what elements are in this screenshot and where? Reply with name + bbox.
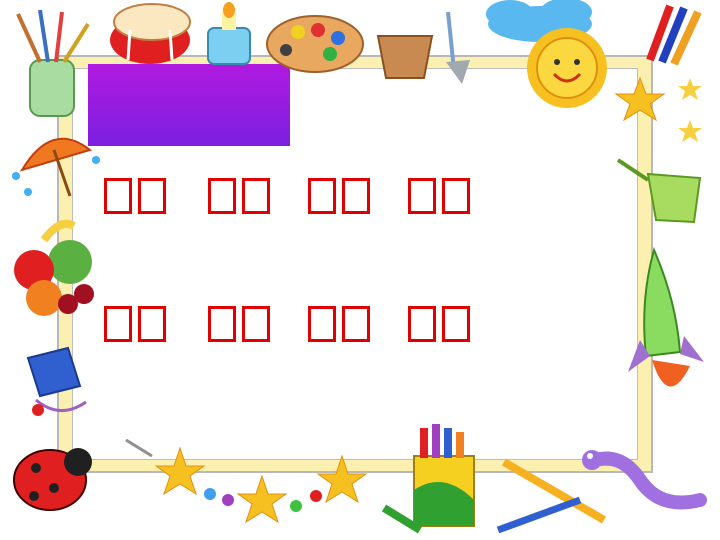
ink-bottle-icon <box>26 346 87 416</box>
fruit-icon <box>14 219 94 316</box>
pencils-icon <box>646 4 702 66</box>
pencil-icon <box>496 458 607 534</box>
paint-pot-icon <box>207 2 251 65</box>
drum-icon <box>110 3 191 64</box>
umbrella-icon <box>12 137 100 197</box>
sun-icon <box>527 28 607 108</box>
palette-icon <box>266 15 364 73</box>
clipart-decorations <box>12 0 707 534</box>
rocket-icon <box>628 247 704 387</box>
worm-icon <box>582 450 707 510</box>
watering-can-icon <box>616 158 702 224</box>
ladybug-icon <box>13 448 92 511</box>
star-icon <box>614 76 702 142</box>
crayons-icon <box>381 424 475 534</box>
flower-pot-tools-icon <box>376 11 470 84</box>
slide: □ □ □ □ □ □ □ □ □ □ □ □ □ □ □ □ <box>0 0 720 540</box>
paintbrushes-icon <box>16 9 90 117</box>
stars-beads-icon <box>125 438 368 524</box>
